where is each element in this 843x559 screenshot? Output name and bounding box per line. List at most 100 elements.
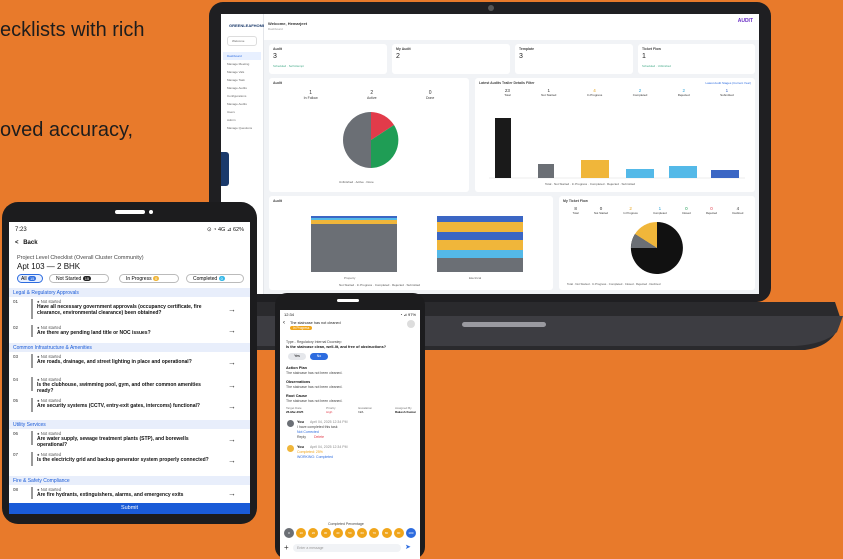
sidebar-item-vals[interactable]: Manage Vals [223, 68, 261, 76]
arrow-right-icon[interactable]: → [228, 435, 236, 444]
sidebar-item-configurations[interactable]: Configurations [223, 92, 261, 100]
row-indicator [31, 354, 33, 368]
arrow-right-icon[interactable]: → [228, 402, 236, 411]
progress-step[interactable]: 0 [284, 528, 294, 538]
arrow-right-icon[interactable]: → [228, 358, 236, 367]
progress-steps: 0 10 20 30 40 50 60 70 80 90 100 [284, 528, 416, 538]
arrow-right-icon[interactable]: → [228, 456, 236, 465]
panel-link[interactable]: Latest Audit Stages (Current Year) [705, 81, 751, 85]
submit-button[interactable]: Submit [9, 503, 250, 514]
status-icons: ◔ ⊿ 97% [400, 312, 416, 317]
progress-step[interactable]: 20 [308, 528, 319, 538]
comment-body: Completed: 25% [297, 450, 323, 454]
ticket-header-text: The staircase has not cleaned [290, 321, 341, 325]
sidebar-item-dashboard[interactable]: Dashboard [223, 52, 261, 60]
kpi-card-audit[interactable]: Audit 3 Scheduled · Self Attempt [269, 44, 387, 74]
checklist-app: 7:23 ⊙ ◔ 4G ⊿ 62% < Back Project Level C… [9, 222, 250, 514]
ticket-detail-app: 12:34 ◔ ⊿ 97% ‹ The staircase has not cl… [280, 310, 420, 559]
kpi-card-ticket[interactable]: Ticket Flow 1 Scheduled · Unfinished [638, 44, 755, 74]
sidebar-item-task[interactable]: Manage Task [223, 76, 261, 84]
row-question[interactable]: Are water supply, sewage treatment plant… [37, 436, 217, 449]
arrow-right-icon[interactable]: → [228, 326, 236, 335]
delete-link[interactable]: Delete [314, 435, 324, 439]
sidebar-user[interactable]: Welcome [227, 36, 257, 46]
stat-label: Declined [732, 211, 744, 215]
filter-label: All [21, 276, 27, 282]
panel-title: Audit [273, 199, 282, 203]
progress-step[interactable]: 60 [357, 528, 368, 538]
kpi-label: Audit [273, 47, 282, 51]
back-icon[interactable]: ‹ [283, 320, 285, 326]
section-legal: Legal & Regulatory Approvals [9, 288, 250, 297]
progress-step[interactable]: 100 [405, 528, 416, 538]
answer-yes-button[interactable]: Yes [288, 353, 306, 360]
phone-camera-pill [337, 299, 359, 302]
row-number: 05 [13, 398, 19, 403]
progress-step[interactable]: 30 [320, 528, 331, 538]
kpi-card-my-audit[interactable]: My Audit 2 [392, 44, 510, 74]
row-number: 04 [13, 377, 19, 382]
apartment-label: Apt 103 — 2 BHK [17, 262, 81, 271]
pie-legend: Unfinished · Active · Done [339, 180, 374, 184]
progress-step[interactable]: 50 [344, 528, 355, 538]
filter-in-progress[interactable]: In Progress 0 [119, 274, 179, 283]
progress-step[interactable]: 80 [381, 528, 392, 538]
reply-link[interactable]: Reply [297, 435, 306, 439]
stat-label: Rejected [706, 211, 718, 215]
comment-avatar [287, 420, 294, 427]
filter-label: In Progress [126, 276, 152, 282]
kpi-card-template[interactable]: Template 3 [515, 44, 633, 74]
row-question[interactable]: Are roads, drainage, and street lighting… [37, 359, 217, 366]
row-indicator [31, 487, 33, 499]
ticket-type: Type - Regulatory Internal Doorstep [286, 340, 342, 344]
arrow-right-icon[interactable]: → [228, 381, 236, 390]
row-question[interactable]: Are security systems (CCTV, entry-exit g… [37, 403, 217, 410]
tablet-device: 7:23 ⊙ ◔ 4G ⊿ 62% < Back Project Level C… [2, 202, 257, 524]
progress-step[interactable]: 40 [332, 528, 343, 538]
filter-completed[interactable]: Completed 0 [186, 274, 244, 283]
filter-label: Not Started [56, 276, 82, 282]
row-number: 02 [13, 325, 19, 330]
sidebar-collapse-icon[interactable] [221, 152, 229, 186]
user-avatar-icon[interactable] [407, 320, 415, 328]
status-badge: In Progress [290, 326, 313, 330]
sidebar-item-audits[interactable]: Manage Audits [223, 84, 261, 92]
message-input[interactable]: Enter a message [293, 544, 401, 552]
send-icon[interactable]: ➤ [405, 543, 411, 551]
filter-all[interactable]: All 15 [17, 274, 43, 283]
laptop-base [165, 302, 843, 350]
kpi-label: Ticket Flow [642, 47, 661, 51]
stat-label: Not Started [593, 211, 609, 215]
sidebar-item-users[interactable]: Users [223, 108, 261, 116]
sidebar-item-meeting[interactable]: Manage Meeting [223, 60, 261, 68]
row-number: 03 [13, 354, 19, 359]
observations-label: Observations [286, 380, 311, 384]
progress-step[interactable]: 70 [369, 528, 380, 538]
row-number: 01 [13, 299, 19, 304]
brand-logo: AUDIT [737, 18, 753, 24]
row-question[interactable]: Are there any pending land title or NOC … [37, 330, 217, 337]
arrow-right-icon[interactable]: → [228, 489, 236, 498]
ticket-legend: Total · Not Started · In Progress · Comp… [567, 282, 661, 286]
sidebar-item-questions[interactable]: Manage Questions [223, 124, 261, 132]
section-infrastructure: Common Infrastructure & Amenities [9, 343, 250, 352]
panel-title: Latest Audits Trailer Details Filter [479, 81, 535, 85]
back-button[interactable]: < Back [15, 240, 38, 246]
row-question[interactable]: Is the electricity grid and backup gener… [37, 457, 217, 464]
arrow-right-icon[interactable]: → [228, 305, 236, 314]
sidebar-logo: GREENLEAFHOME [229, 23, 266, 28]
dashboard-app: GREENLEAFHOME Welcome Dashboard Manage M… [221, 14, 759, 294]
sidebar-item-audits-2[interactable]: Manage Audits [223, 100, 261, 108]
section-fire-safety: Fire & Safety Compliance [9, 476, 250, 485]
row-indicator [31, 377, 33, 391]
stacked-legend: Not Started · In Progress · Completed · … [339, 283, 421, 287]
filter-not-started[interactable]: Not Started 15 [49, 274, 109, 283]
answer-no-button[interactable]: No [310, 353, 328, 360]
progress-step[interactable]: 90 [393, 528, 404, 538]
row-question[interactable]: Is the clubhouse, swimming pool, gym, an… [37, 382, 217, 395]
row-question[interactable]: Have all necessary government approvals … [37, 304, 217, 317]
sidebar-item-admin[interactable]: Admin [223, 116, 261, 124]
row-question[interactable]: Are fire hydrants, extinguishers, alarms… [37, 492, 217, 499]
progress-step[interactable]: 10 [296, 528, 307, 538]
add-attachment-icon[interactable]: + [284, 543, 289, 552]
